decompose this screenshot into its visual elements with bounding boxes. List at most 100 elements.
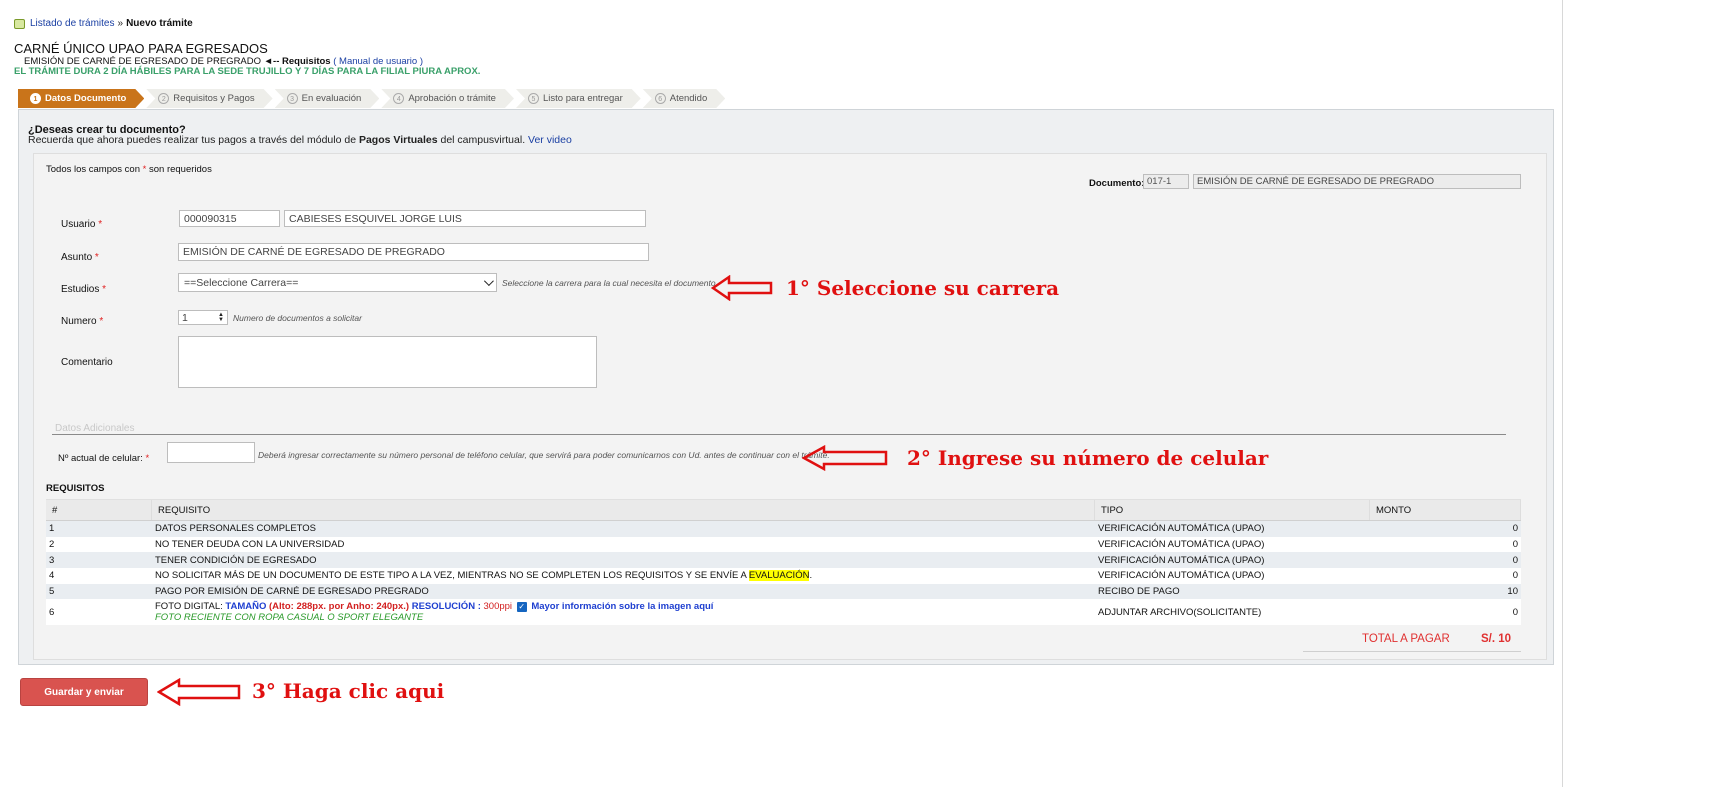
step-number: 4	[393, 93, 404, 104]
total-value: S/. 10	[1481, 633, 1512, 645]
highlighted-text: EVALUACIÓN	[748, 570, 810, 582]
ver-video-link[interactable]: Ver video	[528, 134, 572, 146]
cell-num: 2	[49, 539, 55, 551]
cell-tipo: RECIBO DE PAGO	[1098, 586, 1180, 598]
foto-resolucion: RESOLUCIÓN :	[411, 601, 481, 613]
celular-input[interactable]	[167, 442, 255, 463]
celular-label-text: Nº actual de celular:	[58, 453, 143, 464]
step-label: Aprobación o trámite	[408, 93, 496, 104]
total-label: TOTAL A PAGAR	[1362, 633, 1450, 645]
header-num: #	[46, 500, 152, 520]
requisito-text-end: .	[809, 570, 813, 582]
required-star: *	[94, 252, 99, 263]
table-row: 5 PAGO POR EMISIÓN DE CARNÉ DE EGRESADO …	[46, 583, 1521, 600]
documento-name-field: EMISIÓN DE CARNÉ DE EGRESADO DE PREGRADO	[1193, 174, 1521, 189]
chevron-down-icon	[483, 276, 494, 287]
celular-label: Nº actual de celular: *	[58, 453, 149, 464]
required-note: Todos los campos con * son requeridos	[46, 164, 212, 175]
header-monto: MONTO	[1370, 500, 1521, 520]
breadcrumb-separator: »	[117, 18, 124, 29]
step-en-evaluacion: 3 En evaluación	[275, 89, 380, 108]
step-requisitos-pagos: 2 Requisitos y Pagos	[146, 89, 272, 108]
total-divider	[1303, 651, 1521, 652]
foto-note: FOTO RECIENTE CON ROPA CASUAL O SPORT EL…	[155, 612, 424, 624]
step-number: 3	[287, 93, 298, 104]
intro-text-bold: Pagos Virtuales	[358, 134, 438, 146]
step-label: En evaluación	[301, 93, 362, 104]
step-number: 5	[528, 93, 539, 104]
header-tipo: TIPO	[1095, 500, 1370, 520]
comentario-textarea[interactable]	[178, 336, 597, 388]
annotation-1: 1° Seleccione su carrera	[786, 276, 1060, 300]
cell-num: 5	[49, 586, 55, 598]
cell-tipo: VERIFICACIÓN AUTOMÁTICA (UPAO)	[1098, 523, 1265, 535]
breadcrumb: Listado de trámites » Nuevo trámite	[14, 18, 193, 29]
cell-requisito: FOTO DIGITAL: TAMAÑO (Alto: 288px. por A…	[152, 601, 1095, 623]
checkbox-icon: ✓	[516, 601, 527, 612]
step-label: Datos Documento	[45, 93, 127, 104]
breadcrumb-current: Nuevo trámite	[126, 18, 193, 29]
numero-value: 1	[182, 311, 188, 324]
required-star: *	[98, 219, 103, 230]
datos-adicionales-heading: Datos Adicionales	[55, 423, 135, 434]
spinner-arrows-icon[interactable]: ▲ ▼	[218, 312, 224, 323]
cell-tipo: ADJUNTAR ARCHIVO(SOLICITANTE)	[1098, 606, 1262, 618]
annotation-2: 2° Ingrese su número de celular	[907, 446, 1269, 470]
cell-monto: 0	[1512, 606, 1518, 618]
table-row: 4 NO SOLICITAR MÁS DE UN DOCUMENTO DE ES…	[46, 568, 1521, 584]
progress-steps: 1 Datos Documento 2 Requisitos y Pagos 3 En…	[18, 89, 727, 108]
required-text-a: Todos los campos con	[46, 164, 140, 175]
numero-stepper[interactable]: 1 ▲ ▼	[178, 310, 228, 325]
page-edge	[1562, 0, 1563, 787]
step-label: Atendido	[669, 93, 708, 104]
breadcrumb-link-listado[interactable]: Listado de trámites	[30, 18, 115, 29]
intro-text-a: Recuerda que ahora puedes realizar tus p…	[28, 134, 357, 146]
step-number: 6	[655, 93, 666, 104]
intro-text-b: del campusvirtual.	[440, 134, 526, 146]
step-label: Requisitos y Pagos	[173, 93, 255, 104]
estudios-label: Estudios *	[61, 284, 106, 295]
cell-num: 3	[49, 554, 55, 566]
table-header: # REQUISITO TIPO MONTO	[46, 499, 1521, 521]
foto-ppi: 300ppi	[483, 601, 513, 613]
step-datos-documento: 1 Datos Documento	[18, 89, 144, 108]
estudios-label-text: Estudios	[61, 284, 100, 295]
foto-dims: (Alto: 288px. por Anho: 240px.)	[269, 601, 410, 613]
step-atendido: 6 Atendido	[643, 89, 726, 108]
documento-code-field: 017-1	[1143, 174, 1189, 189]
step-aprobacion: 4 Aprobación o trámite	[381, 89, 514, 108]
estudios-select[interactable]: ==Seleccione Carrera==	[178, 273, 497, 292]
annotation-arrow-1	[711, 275, 773, 301]
asunto-label: Asunto *	[61, 252, 99, 263]
table-row: 2 NO TENER DEUDA CON LA UNIVERSIDAD VERI…	[46, 536, 1521, 553]
numero-label-text: Numero	[61, 316, 97, 327]
comentario-label: Comentario	[61, 357, 113, 368]
divider	[52, 434, 1506, 435]
usuario-label-text: Usuario	[61, 219, 96, 230]
cell-tipo: VERIFICACIÓN AUTOMÁTICA (UPAO)	[1098, 570, 1265, 582]
cell-num: 1	[49, 523, 55, 535]
guardar-enviar-button[interactable]: Guardar y enviar	[20, 678, 148, 706]
estudios-hint: Seleccione la carrera para la cual neces…	[502, 278, 716, 288]
folder-icon	[14, 18, 25, 29]
duration-note: EL TRÁMITE DURA 2 DÍA HÁBILES PARA LA SE…	[14, 66, 481, 77]
mayor-informacion-link[interactable]: Mayor información sobre la imagen aquí	[531, 601, 713, 612]
cell-requisito: PAGO POR EMISIÓN DE CARNÉ DE EGRESADO PR…	[155, 586, 429, 598]
usuario-code-field: 000090315	[179, 210, 280, 227]
documento-label: Documento:	[1089, 178, 1145, 189]
asunto-field[interactable]: EMISIÓN DE CARNÉ DE EGRESADO DE PREGRADO	[178, 243, 649, 261]
requisitos-heading: REQUISITOS	[46, 483, 105, 494]
asunto-label-text: Asunto	[61, 252, 93, 263]
annotation-arrow-3	[157, 678, 241, 706]
step-number: 2	[158, 93, 169, 104]
usuario-name-field: CABIESES ESQUIVEL JORGE LUIS	[284, 210, 646, 227]
estudios-selected-value: ==Seleccione Carrera==	[184, 276, 299, 289]
cell-monto: 0	[1512, 539, 1518, 551]
required-star: *	[142, 164, 147, 175]
foto-tamano: TAMAÑO	[225, 601, 267, 613]
required-text-b: son requeridos	[148, 164, 212, 175]
page-title: CARNÉ ÚNICO UPAO PARA EGRESADOS	[14, 41, 268, 56]
annotation-3: 3° Haga clic aqui	[252, 679, 445, 703]
intro-text: Recuerda que ahora puedes realizar tus p…	[28, 134, 572, 146]
cell-monto: 0	[1512, 554, 1518, 566]
